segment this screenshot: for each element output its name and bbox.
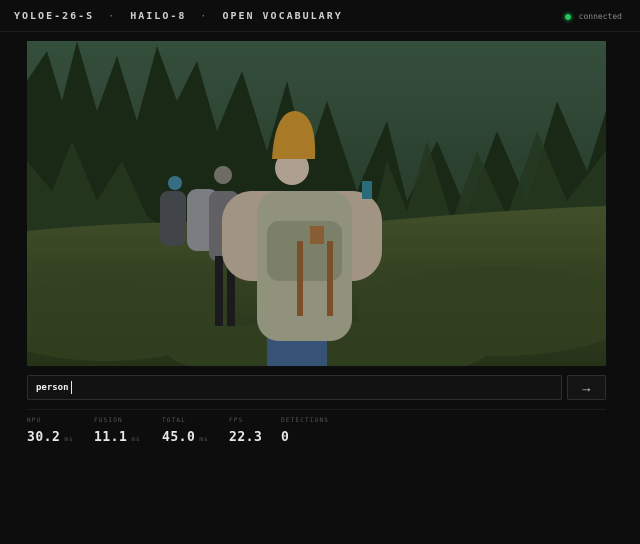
status-dot-icon [564,13,571,20]
stat-detections: DETECTIONS 0 [281,417,329,445]
divider [27,409,606,410]
stat-value: 45.0 [162,430,196,445]
prompt-row: → [27,375,606,400]
stat-label: FPS [229,417,244,424]
model-name: YOLOE-26-S [14,11,95,22]
top-bar: YOLOE-26-S · HAILO-8 · OPEN VOCABULARY conne… [0,0,640,32]
stat-fps: FPS 22.3 [229,417,262,445]
title-separator: · [200,11,209,22]
prompt-input[interactable] [27,375,562,400]
stat-fusion: FUSION 11.1 ms [94,417,141,445]
stat-value: 30.2 [27,430,61,445]
stat-label: TOTAL [162,417,187,424]
stat-label: FUSION [94,417,123,424]
stat-total: TOTAL 45.0 ms [162,417,209,445]
arrow-right-icon: → [580,380,593,395]
send-button[interactable]: → [567,375,606,400]
stat-unit: ms [64,436,74,443]
status-text: connected [578,12,622,21]
app-title: YOLOE-26-S · HAILO-8 · OPEN VOCABULARY [14,11,343,22]
mode-name: OPEN VOCABULARY [222,11,343,22]
video-feed[interactable] [27,41,606,366]
text-caret [71,381,72,394]
stat-label: NPU [27,417,42,424]
stat-value: 0 [281,430,290,445]
stat-value: 22.3 [229,430,263,445]
stat-value: 11.1 [94,430,128,445]
title-separator: · [108,11,117,22]
video-frame-image [27,41,606,366]
device-name: HAILO-8 [130,11,187,22]
stat-npu: NPU 30.2 ms [27,417,74,445]
connection-status: connected [564,12,622,21]
stat-unit: ms [131,436,141,443]
stat-label: DETECTIONS [281,417,330,424]
stat-unit: ms [199,436,209,443]
